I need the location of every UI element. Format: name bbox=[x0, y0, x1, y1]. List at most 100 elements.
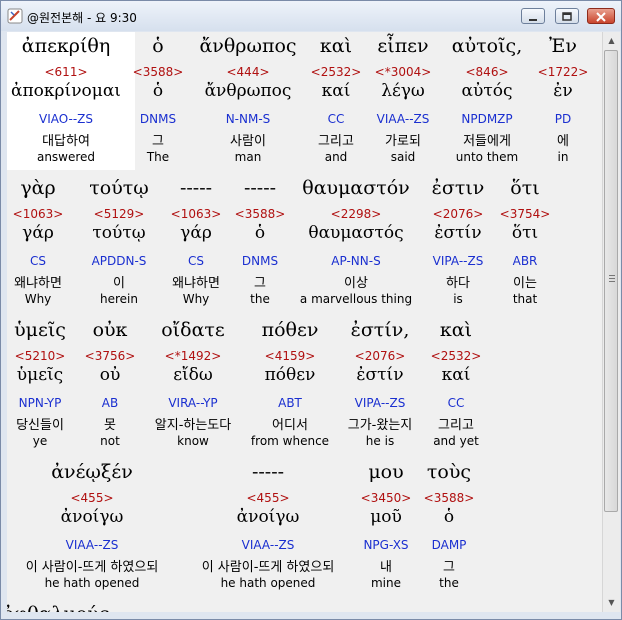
strongs-number[interactable]: <2076> bbox=[433, 207, 484, 221]
parsing-code: VIPA--ZS bbox=[354, 396, 406, 410]
greek-word[interactable]: ἀνέῳξέν bbox=[51, 461, 133, 483]
greek-word[interactable]: θαυμαστόν bbox=[302, 177, 409, 199]
lexical-form: θαυμαστός bbox=[308, 223, 404, 243]
strongs-number[interactable]: <3588> bbox=[235, 207, 286, 221]
korean-gloss: 에 bbox=[557, 134, 569, 149]
vertical-scrollbar[interactable]: ▲ ▼ bbox=[602, 32, 620, 612]
window-title: @원전본해 - 요 9:30 bbox=[27, 11, 137, 25]
strongs-number[interactable]: <3450> bbox=[361, 491, 412, 505]
strongs-number[interactable]: <611> bbox=[44, 65, 87, 79]
parsing-code: VIPA--ZS bbox=[432, 254, 484, 268]
korean-gloss: 그가-왔는지 bbox=[347, 418, 413, 433]
strongs-number[interactable]: <3754> bbox=[500, 207, 551, 221]
title-bar[interactable]: @원전본해 - 요 9:30 bbox=[1, 1, 621, 31]
strongs-number[interactable]: <*1492> bbox=[165, 349, 222, 363]
greek-word[interactable]: καὶ bbox=[320, 35, 352, 57]
english-gloss: know bbox=[177, 434, 209, 448]
greek-word[interactable]: ὀφθαλμούς bbox=[7, 603, 110, 612]
close-button[interactable] bbox=[587, 8, 615, 24]
english-gloss: he hath opened bbox=[44, 576, 140, 590]
bible-app-icon[interactable] bbox=[7, 8, 23, 24]
korean-gloss: 사람이 bbox=[230, 134, 266, 149]
greek-word[interactable]: ----- bbox=[180, 177, 212, 199]
strongs-number[interactable]: <846> bbox=[465, 65, 508, 79]
english-gloss: said bbox=[390, 150, 416, 164]
maximize-button[interactable] bbox=[555, 8, 579, 24]
strongs-number[interactable]: <3588> bbox=[424, 491, 475, 505]
strongs-number[interactable]: <1063> bbox=[171, 207, 222, 221]
english-gloss: unto them bbox=[455, 150, 519, 164]
english-gloss: Why bbox=[182, 292, 210, 306]
close-icon bbox=[596, 12, 606, 22]
korean-gloss: 이는 bbox=[513, 276, 537, 291]
greek-word[interactable]: τούτῳ bbox=[89, 177, 149, 199]
greek-word[interactable]: τοὺς bbox=[427, 461, 471, 483]
strongs-number[interactable]: <5210> bbox=[15, 349, 66, 363]
strongs-number[interactable]: <2298> bbox=[331, 207, 382, 221]
parsing-code: CS bbox=[30, 254, 46, 268]
greek-word[interactable]: μου bbox=[368, 461, 403, 483]
parsing-code: NPG-XS bbox=[363, 538, 409, 552]
greek-word[interactable]: γὰρ bbox=[20, 177, 55, 199]
greek-word[interactable]: Ἐν bbox=[549, 35, 577, 57]
minimize-button[interactable] bbox=[521, 8, 545, 24]
lexical-form: ἐστίν bbox=[434, 223, 482, 243]
greek-word[interactable]: ὁ bbox=[152, 35, 163, 57]
greek-word[interactable]: εἶπεν bbox=[377, 35, 428, 57]
strongs-number[interactable]: <2532> bbox=[311, 65, 362, 79]
strongs-number[interactable]: <4159> bbox=[265, 349, 316, 363]
strongs-number[interactable]: <455> bbox=[246, 491, 289, 505]
greek-word[interactable]: οἴδατε bbox=[161, 319, 225, 341]
greek-word[interactable]: ἀπεκρίθη bbox=[22, 35, 110, 57]
greek-word[interactable]: ----- bbox=[244, 177, 276, 199]
lexical-form: ἀνοίγω bbox=[60, 507, 124, 527]
greek-word[interactable]: ὑμεῖς bbox=[14, 319, 66, 341]
korean-gloss: 이상 bbox=[344, 276, 368, 291]
scroll-thumb[interactable] bbox=[604, 50, 618, 512]
greek-word[interactable]: ὅτι bbox=[510, 177, 539, 199]
scroll-down-arrow-icon[interactable]: ▼ bbox=[604, 595, 619, 611]
greek-word[interactable]: ἄνθρωπος bbox=[199, 35, 296, 57]
greek-word[interactable]: ----- bbox=[252, 461, 284, 483]
greek-word[interactable]: καὶ bbox=[440, 319, 472, 341]
korean-gloss: 그 bbox=[443, 560, 455, 575]
parsing-code: AP-NN-S bbox=[331, 254, 381, 268]
greek-word[interactable]: ἐστιν bbox=[432, 177, 485, 199]
parsing-code: VIAA--ZS bbox=[376, 112, 430, 126]
lexical-form: ὁ bbox=[443, 507, 455, 527]
strongs-number[interactable]: <1722> bbox=[538, 65, 589, 79]
parsing-code: DAMP bbox=[431, 538, 467, 552]
strongs-number[interactable]: <5129> bbox=[94, 207, 145, 221]
parsing-code: DNMS bbox=[241, 254, 279, 268]
maximize-icon bbox=[562, 12, 572, 21]
strongs-number[interactable]: <2076> bbox=[355, 349, 406, 363]
strongs-number[interactable]: <*3004> bbox=[375, 65, 432, 79]
lexical-form: μοῦ bbox=[370, 507, 402, 527]
strongs-number[interactable]: <444> bbox=[226, 65, 269, 79]
greek-word[interactable]: αὐτοῖς, bbox=[452, 35, 522, 57]
parsing-code: NPDMZP bbox=[461, 112, 513, 126]
strongs-number[interactable]: <1063> bbox=[13, 207, 64, 221]
english-gloss: mine bbox=[370, 576, 402, 590]
scroll-up-arrow-icon[interactable]: ▲ bbox=[604, 33, 619, 49]
english-gloss: a marvellous thing bbox=[299, 292, 413, 306]
strongs-number[interactable]: <2532> bbox=[431, 349, 482, 363]
english-gloss: not bbox=[100, 434, 120, 448]
english-gloss: and bbox=[324, 150, 348, 164]
strongs-number[interactable]: <455> bbox=[70, 491, 113, 505]
strongs-number[interactable]: <3588> bbox=[133, 65, 184, 79]
strongs-number[interactable]: <3756> bbox=[85, 349, 136, 363]
greek-word[interactable]: πόθεν bbox=[262, 319, 319, 341]
lexical-form: πόθεν bbox=[264, 365, 316, 385]
english-gloss: is bbox=[453, 292, 463, 306]
interlinear-content: ἀπεκρίθη <611> ἀποκρίνομαι VIAO--ZS 대답하여 answ… bbox=[7, 32, 602, 612]
greek-word[interactable]: οὐκ bbox=[93, 319, 128, 341]
greek-word[interactable]: ἐστίν, bbox=[351, 319, 410, 341]
parsing-code: VIAO--ZS bbox=[38, 112, 94, 126]
english-gloss: Why bbox=[24, 292, 52, 306]
parsing-code: VIRA--YP bbox=[168, 396, 218, 410]
korean-gloss: 이 사람이-뜨게 하였으되 bbox=[201, 560, 335, 575]
parsing-code: VIAA--ZS bbox=[241, 538, 295, 552]
korean-gloss: 가로되 bbox=[385, 134, 421, 149]
english-gloss: in bbox=[557, 150, 569, 164]
